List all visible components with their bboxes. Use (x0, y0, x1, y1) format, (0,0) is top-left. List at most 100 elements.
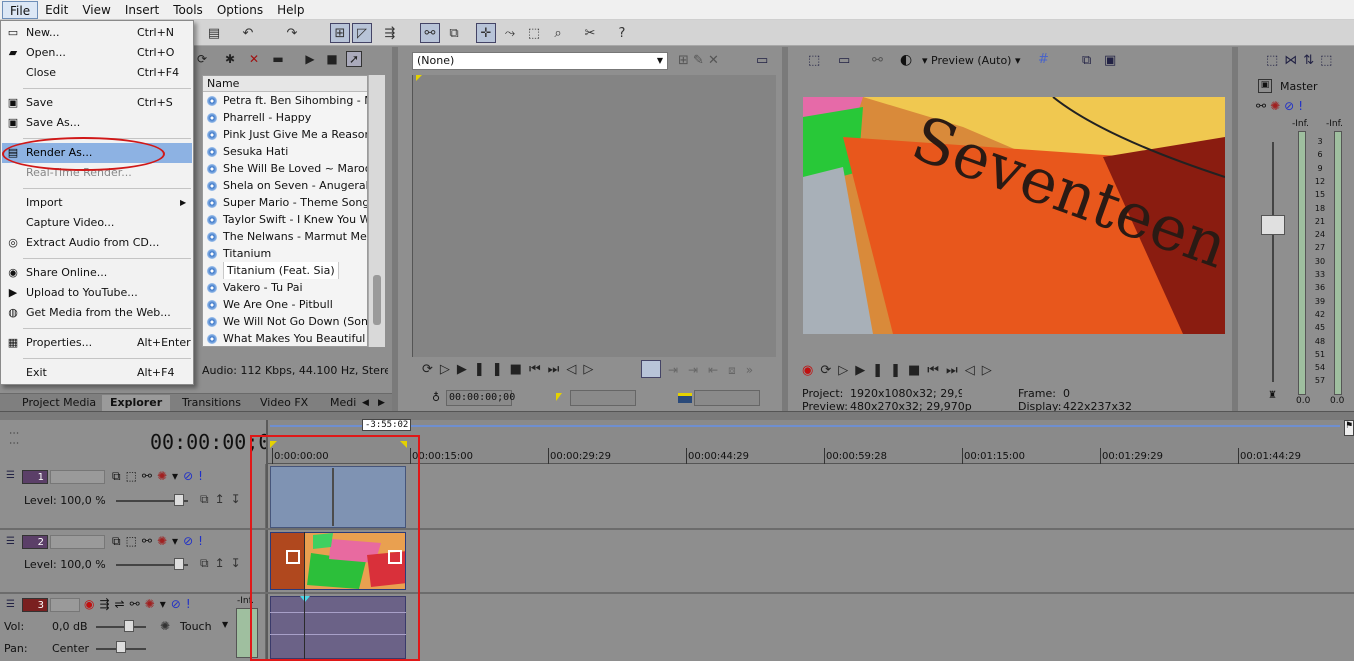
preview-transport-controls[interactable]: ◉⟳▷▶❚❚■⏮⏭◁▷ (802, 363, 999, 378)
track-3-pan-knob[interactable] (116, 641, 126, 653)
copy-snapshot-icon[interactable]: ⧉ (1082, 53, 1091, 68)
file-list-item[interactable]: Titanium (203, 245, 367, 262)
track-1-controls[interactable]: ⧉⬚⚯✺▾⊘! (112, 469, 208, 484)
file-menu-item-open[interactable]: ▰ Open... Ctrl+O (2, 43, 192, 63)
selection-edit-tool-icon[interactable]: ⬚ (524, 23, 544, 43)
ignore-grouping-icon[interactable]: ⧉ (444, 23, 464, 43)
timeline-grip-icon[interactable]: ⋮⋮ (8, 428, 19, 448)
file-menu-item-share-online[interactable]: ◉ Share Online... (2, 263, 192, 283)
file-menu-item-save-as[interactable]: ▣ Save As... (2, 113, 192, 133)
trimmer-monitor-icon[interactable]: ▭ (756, 53, 768, 68)
file-menu-item-import[interactable]: Import ▶ (2, 193, 192, 213)
lock-envelopes-icon[interactable]: ⚯ (420, 23, 440, 43)
preset-dropdown[interactable]: (None) ▼ (412, 52, 668, 70)
trim-tools-icon[interactable]: ⊞ ✎ ✕ (678, 53, 719, 68)
tab-project-media[interactable]: Project Media (22, 395, 96, 411)
panel-divider[interactable] (392, 47, 398, 411)
master-fx-icons[interactable]: ⚯✺⊘! (1256, 99, 1307, 113)
track-3-vol-slider[interactable] (96, 626, 146, 628)
auto-preview-icon[interactable]: ➚ (346, 51, 362, 67)
horizontal-divider[interactable] (0, 411, 1354, 420)
menu-edit[interactable]: Edit (38, 1, 75, 19)
file-menu-item-capture-video[interactable]: Capture Video... (2, 213, 192, 233)
whats-this-icon[interactable]: ? (612, 23, 632, 43)
track-2-header[interactable]: ☰ 2 ⧉⬚⚯✺▾⊘! Level: 100,0 % ⧉↥↧ (0, 530, 266, 592)
mixer-toolbar-icons[interactable]: ⬚⋈⇅⬚ (1266, 53, 1338, 68)
zoom-edit-tool-icon[interactable]: ⌕ (548, 23, 568, 43)
scrollbar-thumb[interactable] (373, 275, 381, 325)
trimmer-insert-icons[interactable]: ⇥⇥⇤⧈» (668, 363, 763, 378)
automation-chevron-down-icon[interactable]: ▼ (222, 620, 228, 629)
tab-media[interactable]: Media (330, 395, 356, 411)
normal-edit-tool-icon[interactable]: ✛ (476, 23, 496, 43)
menu-insert[interactable]: Insert (118, 1, 166, 19)
auto-crossfade-icon[interactable]: ◸ (352, 23, 372, 43)
preview-quality-dropdown[interactable]: ▾ Preview (Auto) ▾ (922, 54, 1021, 67)
master-fader-knob[interactable] (1261, 215, 1285, 235)
file-list-item[interactable]: Vakero - Tu Pai (203, 279, 367, 296)
track-3-automation-icon[interactable]: ✺ (160, 619, 170, 633)
menu-help[interactable]: Help (270, 1, 311, 19)
menu-tools[interactable]: Tools (166, 1, 210, 19)
menu-file[interactable]: File (2, 0, 39, 19)
track-2-controls[interactable]: ⧉⬚⚯✺▾⊘! (112, 534, 208, 549)
master-bus-icon[interactable]: ▣ (1258, 79, 1272, 93)
track-3-controls[interactable]: ◉⇶⇌⚯✺▾⊘! (84, 597, 196, 611)
file-menu-item-save[interactable]: ▣ Save Ctrl+S (2, 93, 192, 113)
tab-scroll-left-icon[interactable]: ◀ (362, 395, 369, 411)
add-to-timeline-icon[interactable] (641, 360, 661, 378)
save-snapshot-icon[interactable]: ▣ (1104, 53, 1116, 68)
track-2-compositing-icons[interactable]: ⧉↥↧ (200, 556, 247, 571)
split-screen-icon[interactable]: ⚯ (872, 53, 883, 68)
track-2-level-knob[interactable] (174, 558, 184, 570)
loop-region-bar[interactable] (270, 425, 1340, 427)
file-menu-item-get-media-from-the-web[interactable]: ◍ Get Media from the Web... (2, 303, 192, 323)
file-list-item[interactable]: The Nelwans - Marmut Merah (203, 228, 367, 245)
tab-video-fx[interactable]: Video FX (260, 395, 308, 411)
track-canvas[interactable] (268, 464, 1354, 661)
file-list-item[interactable]: Shela on Seven - Anugerah Te (203, 177, 367, 194)
play-icon[interactable]: ▶ (302, 51, 318, 67)
time-ruler[interactable]: 0:00:00:00 00:00:15:00 00:00:29:29 00:00:44… (268, 448, 1354, 464)
file-list-item[interactable]: Taylor Swift - I Knew You We (203, 211, 367, 228)
region-end-flag-icon[interactable]: ⚑ (1344, 420, 1354, 436)
track-2-name-field[interactable] (50, 535, 105, 549)
panel-divider[interactable] (782, 47, 788, 411)
folder-icon[interactable]: ▬ (270, 51, 286, 67)
tab-scroll-right-icon[interactable]: ▶ (378, 395, 385, 411)
file-list-scrollbar[interactable] (368, 75, 385, 347)
file-list-item[interactable]: Super Mario - Theme Song (F (203, 194, 367, 211)
track-3-name-field[interactable] (50, 598, 80, 612)
preview-properties-icon[interactable]: ⬚ (808, 53, 820, 68)
track-2-minimize-icon[interactable]: ☰ (6, 536, 15, 547)
split-icon[interactable]: ✂ (580, 23, 600, 43)
envelope-edit-tool-icon[interactable]: ⤳ (500, 23, 520, 43)
stop-icon[interactable]: ■ (324, 51, 340, 67)
file-list-item[interactable]: Pharrell - Happy (203, 109, 367, 126)
file-list-item[interactable]: We Are One - Pitbull (203, 296, 367, 313)
undo-icon[interactable]: ↶ (238, 23, 258, 43)
trimmer-timecode[interactable]: 00:00:00;00 (446, 390, 515, 406)
file-menu-item-upload-to-youtube[interactable]: ▶ Upload to YouTube... (2, 283, 192, 303)
file-menu-item-extract-audio-from-cd[interactable]: ◎ Extract Audio from CD... (2, 233, 192, 253)
overlays-grid-icon[interactable]: # (1038, 52, 1049, 67)
track-3-vol-knob[interactable] (124, 620, 134, 632)
file-list-item[interactable]: What Makes You Beautiful (203, 330, 367, 346)
new-folder-icon[interactable]: ✱ (222, 51, 238, 67)
trimmer-transport-controls[interactable]: ⟳▷▶❚❚■⏮⏭◁▷ (422, 362, 600, 377)
ripple-edit-icon[interactable]: ⇶ (380, 23, 400, 43)
track-3-header[interactable]: ☰ 3 ◉⇶⇌⚯✺▾⊘! -Inf. Vol: 0,0 dB ✺ Touch ▼… (0, 594, 266, 661)
delete-icon[interactable]: ✕ (246, 51, 262, 67)
file-list-item[interactable]: Sesuka Hati (203, 143, 367, 160)
in-point-timecode[interactable] (570, 390, 636, 406)
file-list-item[interactable]: Pink Just Give Me a Reason (203, 126, 367, 143)
tab-explorer[interactable]: Explorer (102, 395, 171, 411)
name-column-header[interactable]: Name (203, 76, 367, 92)
enable-snapping-icon[interactable]: ⊞ (330, 23, 350, 43)
redo-icon[interactable]: ↷ (282, 23, 302, 43)
menu-options[interactable]: Options (210, 1, 270, 19)
file-list-item[interactable]: She Will Be Loved ~ Maroon (203, 160, 367, 177)
track-3-minimize-icon[interactable]: ☰ (6, 599, 15, 610)
refresh-icon[interactable]: ⟳ (194, 51, 210, 67)
file-menu-item-new[interactable]: ▭ New... Ctrl+N (2, 23, 192, 43)
